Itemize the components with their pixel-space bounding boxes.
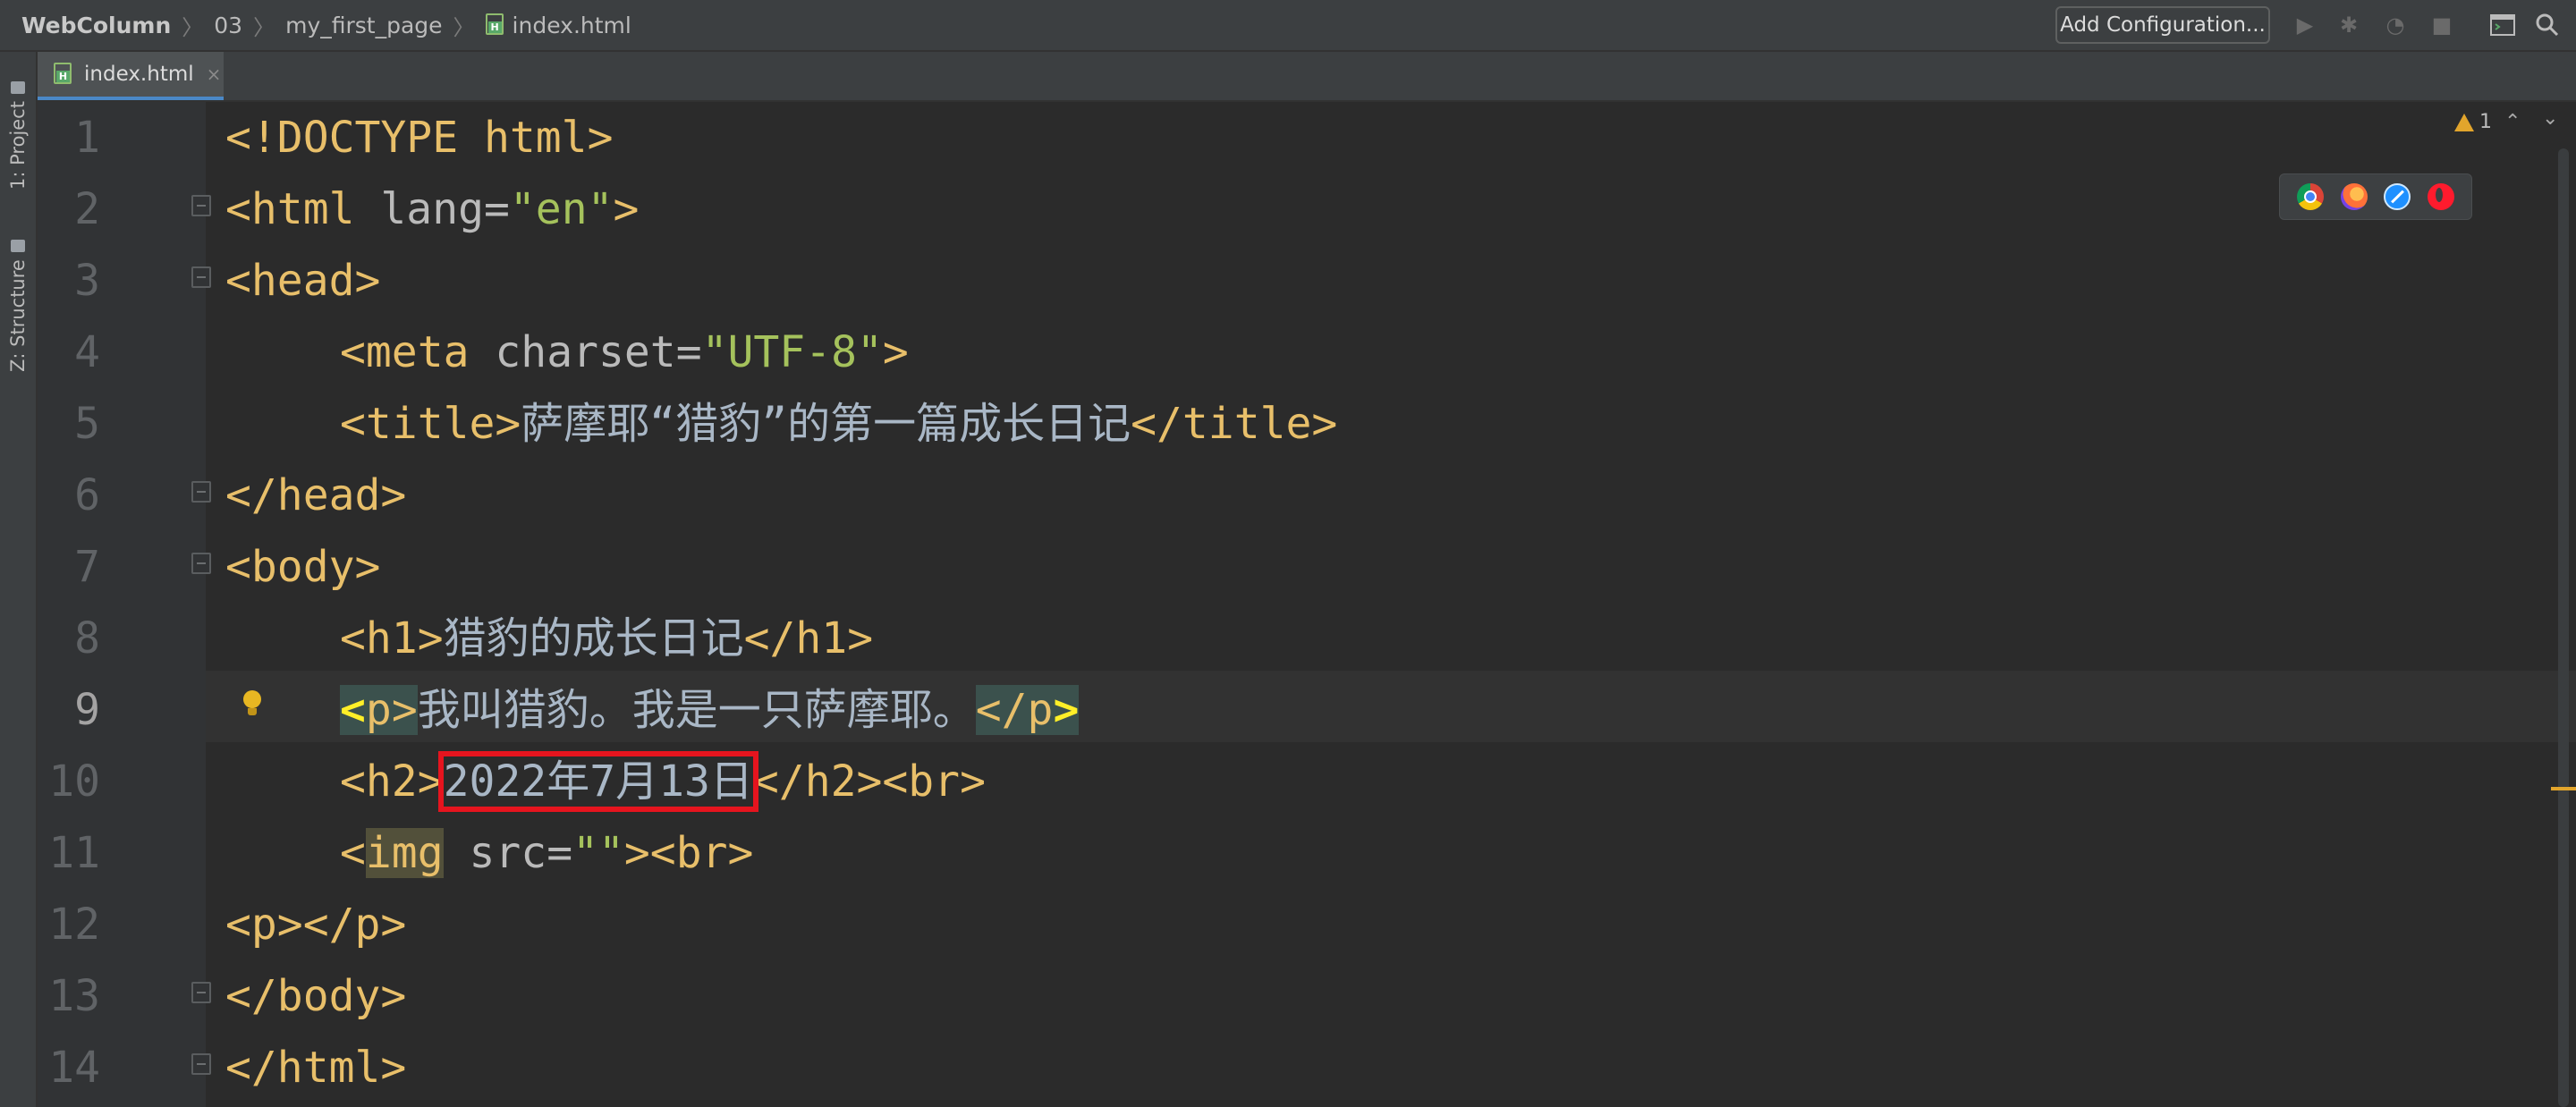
code-line-10: <h2>2022年7月13日</h2><br> — [340, 751, 986, 812]
highlighted-date-text: 2022年7月13日 — [437, 751, 758, 812]
breadcrumb-file[interactable]: H index.html — [485, 12, 631, 38]
code-editor[interactable]: 1 2 3 4 5 6 7 8 9 10 11 12 13 14 <!DOCTY… — [38, 102, 2576, 1107]
safari-icon[interactable] — [2384, 183, 2411, 210]
line-number: 11 — [48, 828, 100, 878]
code-line-6: </head> — [225, 470, 407, 520]
stop-icon[interactable]: ■ — [2429, 13, 2454, 38]
code-line-3: <head> — [225, 256, 381, 306]
fold-marker-icon[interactable] — [191, 481, 211, 503]
code-line-2: <html lang="en"> — [225, 184, 640, 234]
close-tab-icon[interactable]: × — [207, 63, 222, 85]
project-tab-label: 1: Project — [7, 101, 29, 190]
ide-window: WebColumn 〉 03 〉 my_first_page 〉 H index… — [0, 0, 2576, 1107]
editor-gutter: 1 2 3 4 5 6 7 8 9 10 11 12 13 14 — [38, 102, 206, 1107]
line-number: 10 — [48, 756, 100, 807]
folder-icon — [11, 81, 25, 95]
editor-tabs: H index.html × — [38, 52, 2576, 102]
project-tool-tab[interactable]: 1: Project — [4, 64, 32, 190]
vertical-scrollbar[interactable] — [2558, 148, 2569, 1107]
breadcrumb-subfolder[interactable]: my_first_page — [285, 13, 442, 38]
structure-icon — [11, 240, 25, 253]
fold-marker-icon[interactable] — [191, 1053, 211, 1075]
code-line-8: <h1>猎豹的成长日记</h1> — [340, 613, 874, 663]
line-number: 6 — [74, 470, 100, 520]
breadcrumb-chevron-icon: 〉 — [453, 14, 475, 40]
warning-icon — [2454, 113, 2474, 131]
fold-marker-icon[interactable] — [191, 982, 211, 1003]
breadcrumb-chevron-icon: 〉 — [253, 14, 275, 40]
line-number: 3 — [74, 256, 100, 306]
fold-marker-icon[interactable] — [191, 195, 211, 216]
navigation-bar: WebColumn 〉 03 〉 my_first_page 〉 H index… — [0, 0, 2576, 52]
html-file-icon: H — [485, 13, 505, 37]
breadcrumb-file-label: index.html — [512, 12, 631, 38]
tab-index-html[interactable]: H index.html × — [38, 52, 224, 100]
code-line-1: <!DOCTYPE html> — [225, 113, 614, 163]
line-number: 14 — [48, 1043, 100, 1093]
opera-icon[interactable] — [2427, 183, 2454, 210]
debug-icon[interactable]: ✱ — [2336, 13, 2361, 38]
line-number: 13 — [48, 971, 100, 1021]
line-number: 12 — [48, 900, 100, 950]
left-tool-strip: 1: Project Z: Structure — [0, 52, 38, 1107]
breadcrumb-chevron-icon: 〉 — [182, 14, 204, 40]
code-line-14: </html> — [225, 1043, 407, 1093]
add-configuration-button[interactable]: Add Configuration... — [2055, 6, 2270, 44]
firefox-icon[interactable] — [2340, 183, 2368, 210]
line-number: 2 — [74, 184, 100, 234]
fold-marker-icon[interactable] — [191, 266, 211, 288]
search-icon[interactable] — [2535, 13, 2560, 38]
tab-label: index.html — [84, 63, 194, 86]
code-line-12: <p></p> — [225, 900, 407, 950]
structure-tab-label: Z: Structure — [7, 259, 29, 372]
code-line-4: <meta charset="UTF-8"> — [340, 327, 909, 377]
line-number-current: 9 — [74, 685, 100, 735]
breadcrumb-folder[interactable]: 03 — [214, 13, 242, 38]
line-number: 8 — [74, 613, 100, 663]
warning-count: 1 — [2479, 111, 2492, 133]
line-number: 7 — [74, 542, 100, 592]
html-file-icon: H — [54, 63, 73, 86]
previous-highlight-icon[interactable]: ⌃ — [2504, 111, 2521, 133]
line-number: 1 — [74, 113, 100, 163]
line-number: 5 — [74, 399, 100, 449]
code-line-7: <body> — [225, 542, 381, 592]
run-icon[interactable]: ▶ — [2292, 13, 2318, 38]
code-line-5: <title>萨摩耶“猎豹”的第一篇成长日记</title> — [340, 399, 1338, 449]
chrome-icon[interactable] — [2297, 183, 2325, 210]
warning-stripe-marker[interactable] — [2551, 787, 2576, 790]
intention-bulb-icon[interactable] — [242, 690, 263, 719]
next-highlight-icon[interactable]: ⌄ — [2542, 107, 2558, 130]
fold-marker-icon[interactable] — [191, 553, 211, 574]
terminal-window-icon[interactable] — [2490, 13, 2515, 38]
code-line-13: </body> — [225, 971, 407, 1021]
structure-tool-tab[interactable]: Z: Structure — [4, 220, 32, 372]
code-line-11: <img src=""><br> — [340, 828, 754, 878]
breadcrumb-project[interactable]: WebColumn — [21, 13, 171, 38]
browser-preview-popup — [2279, 173, 2472, 220]
line-number: 4 — [74, 327, 100, 377]
code-line-9: <p>我叫猎豹。我是一只萨摩耶。</p> — [340, 685, 1080, 735]
run-with-coverage-icon[interactable]: ◔ — [2383, 13, 2408, 38]
inspection-widget[interactable]: 1 — [2454, 111, 2492, 133]
